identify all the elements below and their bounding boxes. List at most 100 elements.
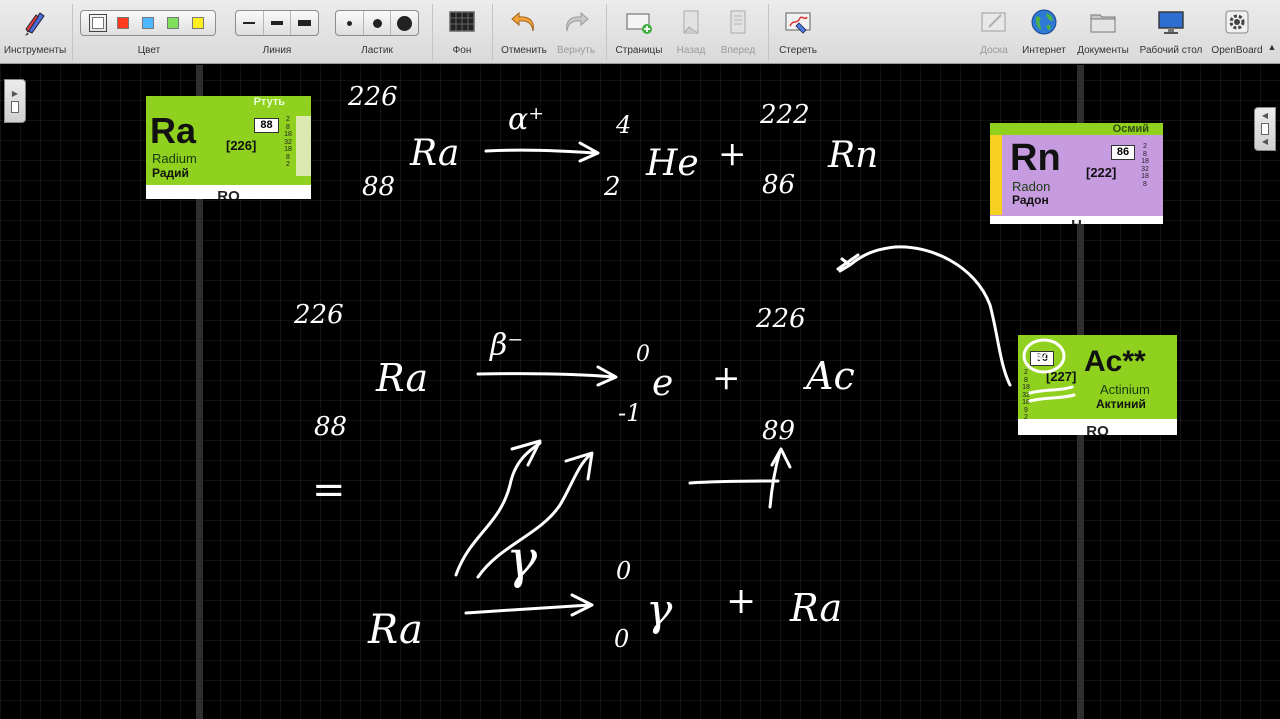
color-swatch-red[interactable] (116, 17, 129, 29)
internet-button[interactable]: Интернет (1018, 0, 1070, 64)
color-label: Цвет (137, 45, 161, 56)
internet-label: Интернет (1022, 45, 1066, 56)
background-button[interactable]: Фон (438, 0, 486, 64)
eq3-arrow (464, 593, 594, 617)
separator (768, 4, 769, 60)
documents-label: Документы (1077, 45, 1129, 56)
color-swatch-blue[interactable] (141, 17, 154, 29)
eq1-symbol-right: Rn (827, 135, 878, 176)
pages-label: Страницы (615, 45, 663, 56)
eq1-particle: α⁺ (508, 102, 544, 137)
pages-button[interactable]: Страницы (610, 0, 668, 64)
redo-arrow-icon (566, 11, 589, 32)
eq2-mass-right: 226 (755, 304, 806, 334)
eq3-plus: + (726, 581, 756, 622)
eraser-medium-option[interactable] (364, 11, 392, 35)
back-button[interactable]: Назад (668, 0, 714, 64)
undo-button[interactable]: Отменить (496, 0, 552, 64)
eq1-he-symbol: He (645, 143, 699, 184)
redo-button[interactable]: Вернуть (552, 0, 600, 64)
folder-icon (1090, 14, 1116, 33)
eq3-symbol-left: Ra (367, 607, 423, 653)
eq2-e-symbol: e (652, 363, 673, 404)
eq3-symbol-right: Ra (789, 586, 842, 630)
redo-label: Вернуть (556, 45, 596, 56)
color-group: Цвет (78, 0, 220, 64)
eq2-symbol-right: Ac (803, 354, 855, 398)
scroll-up-arrow[interactable]: ▲ (1266, 42, 1278, 56)
back-label: Назад (676, 45, 706, 56)
eraser-small-option[interactable] (336, 11, 364, 35)
pen-tools-icon (25, 12, 45, 36)
line-group: Линия (232, 0, 322, 64)
eq1-mass-left: 226 (347, 82, 398, 112)
forward-label: Вперед (720, 45, 756, 56)
eq2-arrow (476, 365, 618, 387)
page-forward-icon (730, 10, 746, 34)
eq2-mass-left: 226 (293, 300, 344, 330)
actinium-up-arrow (688, 447, 792, 509)
eq2-atomic-left: 88 (314, 412, 347, 442)
eraser-size-selector (335, 10, 419, 36)
desktop-button[interactable]: Рабочий стол (1136, 0, 1206, 64)
scribble-mark (1028, 385, 1076, 403)
eq2-equals-sign: = (312, 467, 346, 513)
color-palette (80, 10, 216, 36)
eraser-large-option[interactable] (391, 11, 418, 35)
separator (492, 4, 493, 60)
eq2-symbol-left: Ra (375, 356, 428, 400)
color-swatch-green[interactable] (167, 17, 180, 29)
eq1-he-atomic: 2 (603, 172, 621, 202)
openboard-label: OpenBoard (1211, 45, 1263, 56)
handwriting-layer[interactable]: 226 88 Ra α⁺ 4 2 He + 222 86 Rn 226 88 R… (0, 65, 1280, 719)
page-back-icon (683, 10, 699, 34)
line-medium-option[interactable] (264, 11, 292, 35)
eq2-plus: + (712, 358, 741, 398)
eq2-particle: β⁻ (489, 328, 523, 363)
separator (72, 4, 73, 60)
undo-label: Отменить (501, 45, 547, 56)
separator (606, 4, 607, 60)
clear-label: Стереть (779, 45, 817, 56)
color-swatch-white[interactable] (88, 14, 107, 32)
eq2-atomic-right: 89 (762, 416, 795, 446)
line-label: Линия (262, 45, 292, 56)
forward-button[interactable]: Вперед (714, 0, 762, 64)
eq2-e-charge: -1 (618, 399, 641, 427)
eraser-group: Ластик (332, 0, 422, 64)
tools-label: Инструменты (3, 45, 67, 56)
clear-button[interactable]: Стереть (772, 0, 824, 64)
circled-number-label: 89 (1035, 352, 1050, 365)
clear-board-icon (785, 12, 811, 34)
tools-button[interactable]: Инструменты (0, 0, 70, 64)
eq1-plus: + (718, 134, 747, 174)
line-thick-option[interactable] (291, 11, 318, 35)
eq1-symbol-left: Ra (409, 133, 459, 174)
board-icon (981, 12, 1006, 32)
whiteboard-canvas[interactable]: ▶ ◀ ◀ Ртуть Ra 88 [226] 2 8 18 32 18 8 2… (0, 65, 1280, 719)
monitor-icon (1158, 11, 1184, 34)
separator (432, 4, 433, 60)
actinium-link-curve (836, 245, 1012, 387)
desktop-label: Рабочий стол (1139, 45, 1203, 56)
color-swatch-yellow[interactable] (192, 17, 205, 29)
board-label: Доска (980, 45, 1008, 56)
undo-arrow-icon (511, 11, 534, 32)
eq3-g-symbol: γ (646, 585, 673, 636)
eq2-e-mass: 0 (636, 342, 650, 367)
add-page-icon (626, 13, 652, 34)
gear-icon (1225, 10, 1249, 34)
eq1-he-mass: 4 (615, 111, 631, 139)
eq3-g-atomic: 0 (614, 625, 629, 653)
board-button[interactable]: Доска (970, 0, 1018, 64)
eq1-mass-right: 222 (759, 100, 810, 130)
eq3-g-mass: 0 (616, 557, 631, 585)
openboard-menu-button[interactable]: OpenBoard (1206, 0, 1268, 64)
eq1-atomic-right: 86 (762, 170, 795, 200)
eraser-label: Ластик (361, 45, 393, 56)
background-label: Фон (452, 45, 472, 56)
line-thin-option[interactable] (236, 11, 264, 35)
background-grid-icon (449, 11, 475, 32)
documents-button[interactable]: Документы (1072, 0, 1134, 64)
eq1-atomic-left: 88 (362, 172, 395, 202)
